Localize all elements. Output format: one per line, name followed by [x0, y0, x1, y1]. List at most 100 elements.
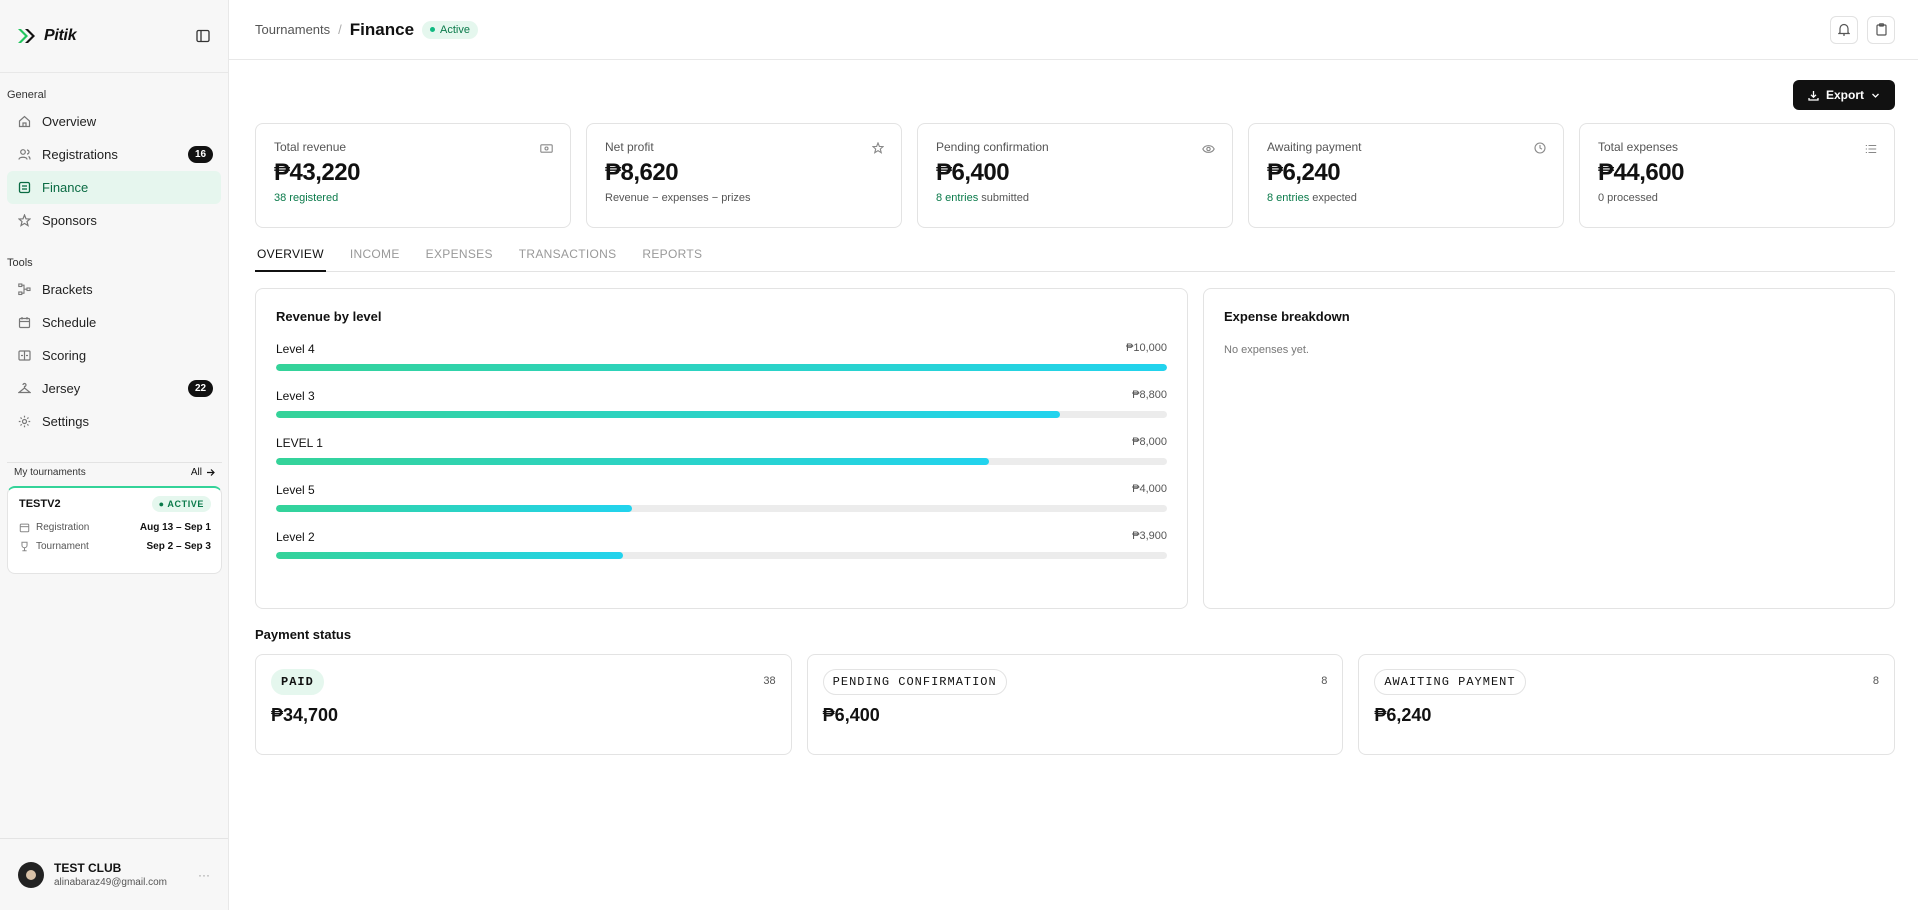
tab-expenses[interactable]: EXPENSES — [424, 236, 495, 272]
level-value: ₱3,900 — [1132, 530, 1167, 542]
stat-label: Total expenses — [1598, 140, 1679, 154]
expense-breakdown-panel: Expense breakdown No expenses yet. — [1203, 288, 1895, 609]
registration-dates: Aug 13 – Sep 1 — [139, 522, 211, 533]
stat-value: ₱6,240 — [1267, 159, 1341, 186]
payment-status-tag: AWAITING PAYMENT — [1374, 669, 1526, 695]
panel-title: Expense breakdown — [1224, 309, 1350, 324]
revenue-by-level-panel: Revenue by level Level 4 ₱10,000 Level 3 ₱… — [255, 288, 1188, 609]
stat-card-awaiting-payment: Awaiting payment ₱6,240 8 entries expect… — [1248, 123, 1564, 228]
hanger-icon — [17, 382, 31, 396]
logo[interactable]: Pitik — [18, 27, 77, 45]
page-title: Finance — [349, 19, 415, 39]
stat-sub-highlight: 8 entries — [936, 192, 979, 204]
my-tournaments-label: My tournaments — [14, 467, 86, 478]
level-label: Level 2 — [276, 530, 315, 544]
my-tournaments-header: My tournaments All — [7, 462, 222, 482]
empty-state-text: No expenses yet. — [1224, 344, 1309, 356]
level-bar-track — [276, 458, 1167, 465]
sidebar-toggle-icon[interactable] — [194, 27, 212, 45]
avatar — [18, 861, 44, 888]
sidebar-item-label: Settings — [42, 414, 89, 429]
section-label-general: General — [7, 89, 47, 101]
tournament-card[interactable]: TESTV2 ● ACTIVE Registration Aug 13 – Se… — [7, 486, 222, 574]
bell-icon — [1838, 23, 1850, 36]
notifications-button[interactable] — [1830, 15, 1858, 44]
all-tournaments-link[interactable]: All — [191, 467, 215, 478]
star-icon — [871, 141, 885, 157]
sidebar-item-schedule[interactable]: Schedule — [7, 306, 221, 339]
sidebar-item-finance[interactable]: Finance — [7, 171, 221, 204]
sidebar: Pitik General Overview Registrations 16 … — [0, 0, 229, 910]
tab-income[interactable]: INCOME — [348, 236, 402, 272]
clipboard-icon — [1875, 23, 1887, 36]
sidebar-item-jersey[interactable]: Jersey 22 — [7, 372, 221, 405]
level-bar-track — [276, 552, 1167, 559]
sidebar-item-label: Finance — [42, 180, 89, 195]
sidebar-item-brackets[interactable]: Brackets — [7, 273, 221, 306]
payment-amount: ₱34,700 — [271, 705, 339, 725]
payment-card-awaiting-payment: AWAITING PAYMENT 8 ₱6,240 — [1358, 654, 1896, 755]
status-dot-icon — [430, 27, 436, 32]
user-name: TEST CLUB — [54, 861, 122, 875]
more-options-icon[interactable]: ··· — [198, 868, 210, 882]
status-label: Active — [440, 23, 470, 36]
payment-count: 8 — [1872, 675, 1880, 687]
stat-value: ₱8,620 — [605, 159, 679, 186]
tab-overview[interactable]: OVERVIEW — [255, 236, 326, 272]
clock-icon — [1534, 142, 1546, 157]
list-icon — [1865, 142, 1877, 157]
stat-card-pending-confirmation: Pending confirmation ₱6,400 8 entries su… — [917, 123, 1233, 228]
payment-status-tag: PENDING CONFIRMATION — [822, 669, 1007, 695]
sidebar-item-label: Schedule — [42, 315, 97, 330]
level-bar-track — [276, 364, 1167, 371]
registration-label: Registration — [36, 522, 90, 533]
level-label: LEVEL 1 — [276, 436, 323, 450]
calendar-icon — [19, 523, 30, 533]
user-email: alinabaraz49@gmail.com — [54, 877, 167, 888]
all-tournaments-label: All — [190, 467, 202, 478]
stat-card-net-profit: Net profit ₱8,620 Revenue − expenses − p… — [586, 123, 902, 228]
stat-sub-text: Revenue − expenses − prizes — [605, 192, 751, 204]
status-badge: Active — [422, 20, 478, 39]
sidebar-item-overview[interactable]: Overview — [7, 105, 221, 138]
tab-transactions[interactable]: TRANSACTIONS — [517, 236, 619, 272]
stat-sub-highlight: 8 entries — [1267, 192, 1310, 204]
sidebar-item-registrations[interactable]: Registrations 16 — [7, 138, 221, 171]
stat-label: Pending confirmation — [936, 140, 1049, 154]
payment-amount: ₱6,240 — [1374, 705, 1432, 725]
scoreboard-icon — [17, 349, 31, 363]
level-row: Level 3 ₱8,800 — [276, 389, 1167, 418]
stat-value: ₱43,220 — [274, 159, 360, 186]
stat-sub-text: 0 processed — [1598, 192, 1658, 204]
trophy-icon — [21, 541, 28, 552]
stat-label: Net profit — [605, 140, 654, 154]
level-bar-fill — [276, 364, 1167, 371]
export-label: Export — [1825, 88, 1864, 102]
user-profile[interactable]: TEST CLUB alinabaraz49@gmail.com ··· — [0, 838, 228, 910]
logo-text: Pitik — [44, 27, 77, 44]
sidebar-item-scoring[interactable]: Scoring — [7, 339, 221, 372]
calendar-icon — [17, 316, 31, 330]
payment-amount: ₱6,400 — [822, 705, 880, 725]
top-bar: Tournaments / Finance Active — [229, 0, 1918, 60]
tab-reports[interactable]: REPORTS — [640, 236, 704, 272]
tournament-name: TESTV2 — [19, 498, 61, 510]
level-bar-fill — [276, 552, 624, 559]
cash-icon — [540, 142, 553, 157]
export-button[interactable]: Export — [1793, 80, 1895, 110]
level-bar-fill — [276, 505, 633, 512]
sidebar-item-sponsors[interactable]: Sponsors — [7, 204, 221, 237]
sidebar-item-label: Brackets — [42, 282, 93, 297]
breadcrumb-tournaments[interactable]: Tournaments — [255, 22, 330, 37]
clipboard-button[interactable] — [1867, 15, 1895, 44]
stat-label: Awaiting payment — [1267, 140, 1362, 154]
stats-row: Total revenue ₱43,220 38 registered Net … — [255, 123, 1895, 228]
stat-sub-text: expected — [1309, 192, 1357, 204]
home-icon — [17, 115, 31, 129]
level-row: LEVEL 1 ₱8,000 — [276, 436, 1167, 465]
section-title-payment-status: Payment status — [255, 627, 352, 642]
sidebar-item-settings[interactable]: Settings — [7, 405, 221, 438]
level-row: Level 5 ₱4,000 — [276, 483, 1167, 512]
stat-sub-highlight: 38 registered — [274, 192, 339, 204]
star-icon — [17, 214, 31, 228]
